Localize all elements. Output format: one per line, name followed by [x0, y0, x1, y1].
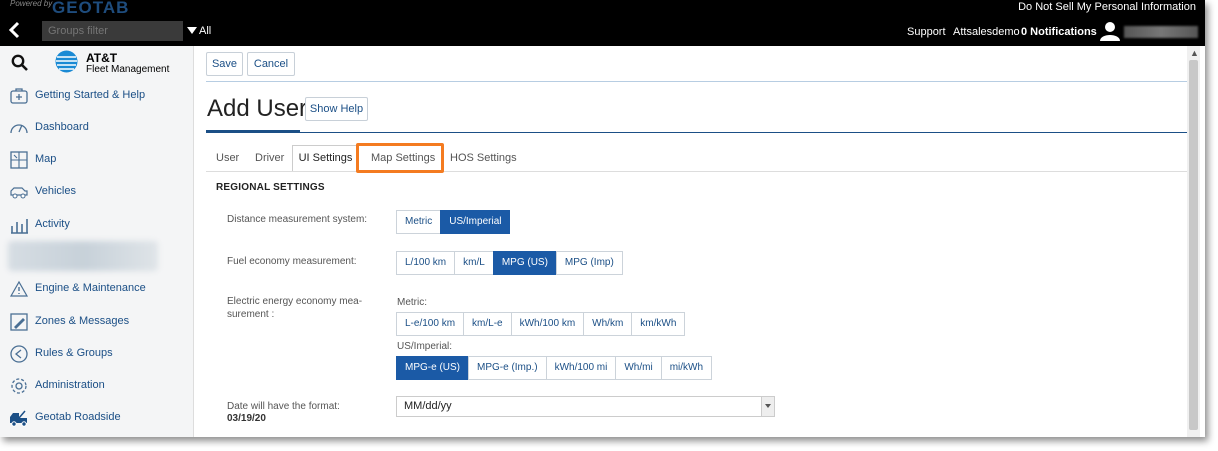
redacted-nav-item [8, 241, 158, 271]
tab-user[interactable]: User [216, 152, 239, 164]
vertical-scrollbar[interactable]: ▲ [1187, 46, 1200, 437]
distance-option[interactable]: US/Imperial [440, 210, 511, 234]
electric-imperial-option[interactable]: MPG-e (US) [396, 356, 469, 380]
sidebar-item-label: Administration [35, 379, 105, 391]
help-kit-icon [9, 86, 29, 106]
sidebar-item-label: Map [35, 153, 57, 165]
search-icon[interactable] [11, 54, 29, 72]
map-icon [9, 150, 29, 170]
rules-icon [9, 344, 29, 364]
sidebar-item-vehicles[interactable]: Vehicles [0, 180, 194, 204]
sidebar-item-label: Vehicles [35, 185, 76, 197]
groups-filter-input[interactable] [42, 21, 183, 41]
sidebar-item-engine-maintenance[interactable]: Engine & Maintenance [0, 277, 194, 301]
date-format-label: Date will have the format: [227, 401, 340, 412]
top-bar: Powered by GEOTAB Do Not Sell My Persona… [0, 0, 1205, 46]
electric-metric-option[interactable]: L-e/100 km [396, 312, 465, 336]
sidebar-item-getting-started[interactable]: Getting Started & Help [0, 84, 194, 108]
date-format-value: MM/dd/yy [404, 400, 452, 412]
date-format-select[interactable]: MM/dd/yy [396, 396, 775, 417]
activity-chart-icon [9, 215, 29, 235]
tab-ui-settings[interactable]: UI Settings [292, 145, 359, 172]
sidebar-item-dashboard[interactable]: Dashboard [0, 116, 194, 140]
all-groups-dropdown[interactable]: All [187, 25, 211, 37]
date-example: 03/19/20 [227, 413, 266, 424]
electric-metric-option[interactable]: Wh/km [583, 312, 633, 336]
gauge-icon [9, 118, 29, 138]
electric-metric-option[interactable]: km/kWh [631, 312, 686, 336]
sidebar-item-label: Activity [35, 218, 70, 230]
engine-warning-icon [9, 279, 29, 299]
map-settings-highlight [356, 143, 444, 173]
toolbar-divider [206, 81, 1187, 82]
distance-option[interactable]: Metric [396, 210, 442, 234]
account-link[interactable]: Attsalesdemo [953, 26, 1020, 38]
sidebar-item-geotab-roadside[interactable]: Geotab Roadside [0, 406, 194, 430]
gear-icon [9, 376, 29, 396]
electric-imperial-option[interactable]: kWh/100 mi [545, 356, 617, 380]
sidebar-item-zones-messages[interactable]: Zones & Messages [0, 310, 194, 334]
main-content: Save Cancel Add User Show Help User Driv… [194, 46, 1187, 437]
powered-by-text: Powered by [10, 0, 53, 8]
tabs-divider [206, 171, 1187, 172]
save-button[interactable]: Save [206, 52, 243, 76]
scroll-up-arrow-icon[interactable]: ▲ [1190, 48, 1199, 58]
fuel-label: Fuel economy measurement: [227, 256, 357, 267]
sidebar-item-label: Engine & Maintenance [35, 282, 146, 294]
page-title: Add User [207, 95, 308, 122]
title-underline [206, 130, 300, 133]
sidebar-item-administration[interactable]: Administration [0, 374, 194, 398]
user-name-redacted [1124, 26, 1198, 38]
all-groups-label: All [199, 25, 212, 37]
fuel-option[interactable]: km/L [454, 251, 494, 275]
sidebar-item-activity[interactable]: Activity [0, 213, 194, 237]
scroll-thumb[interactable] [1189, 60, 1198, 430]
electric-imperial-option[interactable]: MPG-e (Imp.) [468, 356, 547, 380]
fuel-option[interactable]: L/100 km [396, 251, 456, 275]
chevron-down-icon[interactable] [761, 397, 774, 416]
sidebar: AT&T Fleet Management Getting Started & … [0, 46, 194, 437]
back-chevron-icon[interactable] [8, 21, 28, 41]
tow-truck-icon [9, 408, 29, 428]
geotab-logo: GEOTAB [52, 0, 130, 17]
user-avatar-icon[interactable] [1100, 21, 1120, 41]
distance-toggle: Metric US/Imperial [396, 210, 511, 234]
show-help-button[interactable]: Show Help [305, 97, 368, 121]
logo-product-text: Fleet Management [86, 64, 170, 75]
electric-metric-option[interactable]: km/L-e [463, 312, 512, 336]
fuel-option[interactable]: MPG (Imp) [555, 251, 623, 275]
sidebar-item-rules-groups[interactable]: Rules & Groups [0, 342, 194, 366]
sidebar-item-label: Dashboard [35, 121, 89, 133]
metric-sublabel: Metric: [397, 297, 427, 308]
fuel-option[interactable]: MPG (US) [492, 251, 557, 275]
sidebar-item-label: Zones & Messages [35, 315, 130, 327]
att-globe-icon [55, 50, 78, 73]
notifications-link[interactable]: 0 Notifications [1021, 26, 1097, 38]
app-window: Powered by GEOTAB Do Not Sell My Persona… [0, 0, 1205, 437]
electric-metric-toggle: L-e/100 km km/L-e kWh/100 km Wh/km km/kW… [396, 312, 686, 336]
vehicle-icon [9, 182, 29, 202]
electric-imperial-option[interactable]: mi/kWh [660, 356, 713, 380]
fuel-toggle: L/100 km km/L MPG (US) MPG (Imp) [396, 251, 623, 275]
title-divider [206, 132, 1187, 133]
sidebar-item-label: Rules & Groups [35, 347, 113, 359]
cancel-button[interactable]: Cancel [247, 52, 295, 76]
sidebar-item-map[interactable]: Map [0, 148, 194, 172]
logo-brand-text: AT&T [86, 51, 118, 65]
tab-hos-settings[interactable]: HOS Settings [450, 152, 517, 164]
do-not-sell-link[interactable]: Do Not Sell My Personal Information [1018, 1, 1196, 13]
electric-label: Electric energy economy mea- surement : [227, 296, 363, 320]
sidebar-item-label: Getting Started & Help [35, 89, 146, 101]
distance-label: Distance measurement system: [227, 214, 368, 225]
support-link[interactable]: Support [907, 26, 946, 38]
sidebar-item-label: Geotab Roadside [35, 411, 121, 423]
zones-edit-icon [9, 312, 29, 332]
electric-imperial-toggle: MPG-e (US) MPG-e (Imp.) kWh/100 mi Wh/mi… [396, 356, 713, 380]
electric-metric-option[interactable]: kWh/100 km [510, 312, 585, 336]
tab-driver[interactable]: Driver [255, 152, 284, 164]
regional-settings-heading: REGIONAL SETTINGS [216, 182, 325, 193]
caret-down-icon [187, 27, 197, 34]
electric-imperial-option[interactable]: Wh/mi [615, 356, 662, 380]
imperial-sublabel: US/Imperial: [397, 341, 453, 352]
